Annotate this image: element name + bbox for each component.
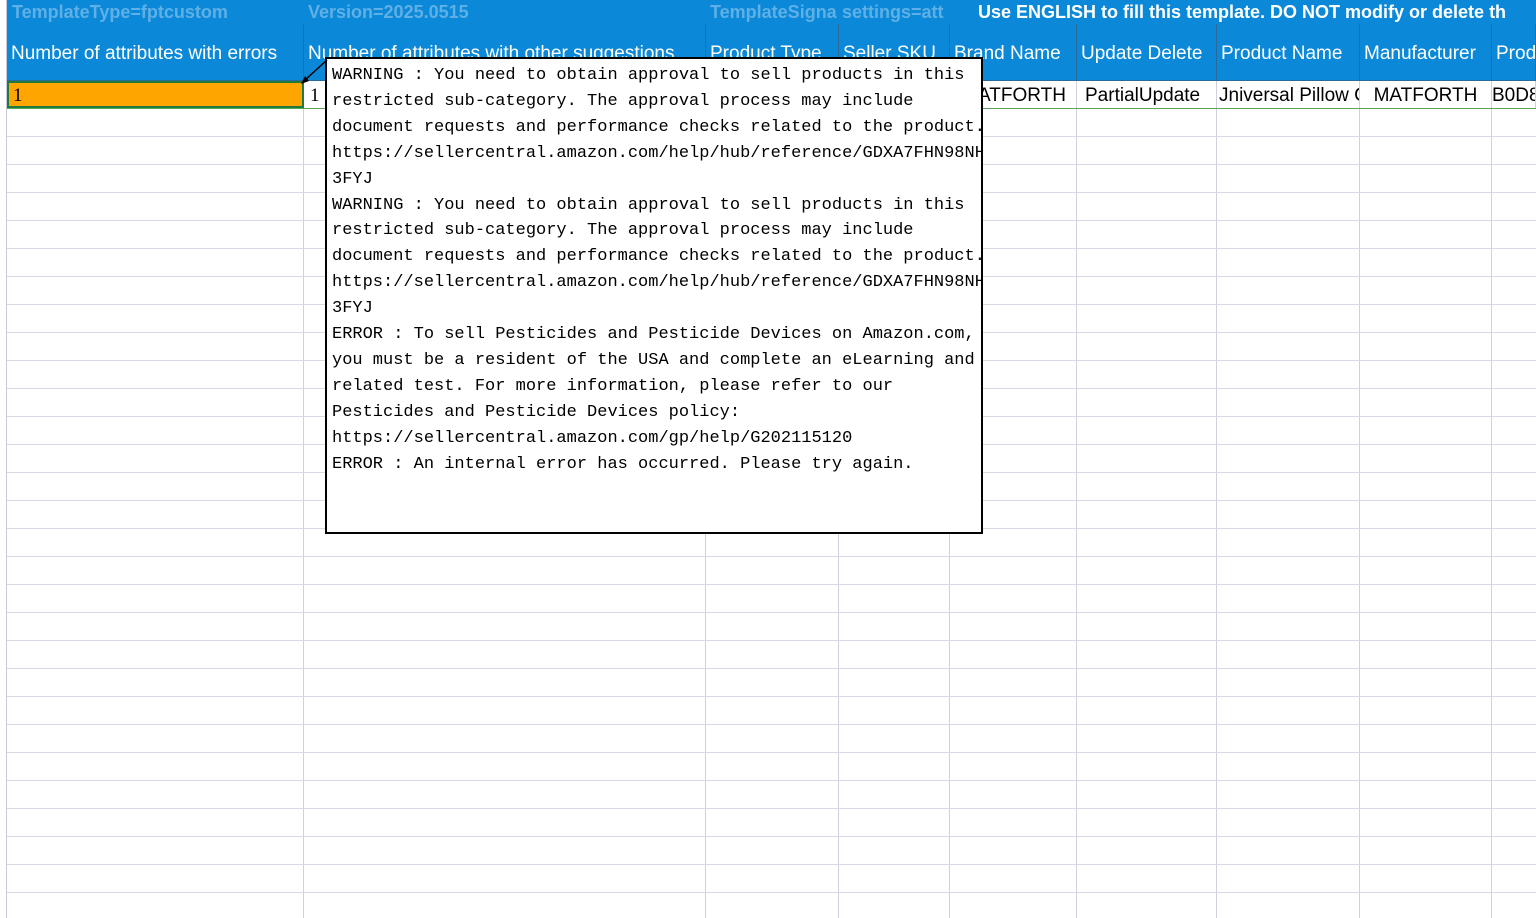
row-divider <box>0 725 1536 753</box>
comment-line: WARNING : You need to obtain approval to… <box>332 66 965 85</box>
row-divider <box>0 557 1536 585</box>
template-type-cell[interactable]: TemplateType=fptcustom <box>12 0 302 24</box>
template-banner-row: TemplateType=fptcustom Version=2025.0515… <box>7 0 1536 24</box>
row-divider <box>0 781 1536 809</box>
manufacturer-cell[interactable]: MATFORTH <box>1360 81 1492 108</box>
settings-cell[interactable]: settings=att <box>842 0 950 24</box>
comment-line: 3FYJ <box>332 299 373 319</box>
cell-comment-popup[interactable]: WARNING : You need to obtain approval to… <box>325 57 983 534</box>
row-divider <box>0 613 1536 641</box>
product-name-cell[interactable]: Jniversal Pillow C <box>1217 81 1360 108</box>
comment-line: related test. For more information, plea… <box>332 376 894 396</box>
comment-pointer-arrow <box>301 59 328 84</box>
row-divider <box>0 641 1536 669</box>
row-divider <box>0 865 1536 893</box>
row-divider <box>0 585 1536 613</box>
row-divider <box>0 753 1536 781</box>
comment-line: restricted sub-category. The approval pr… <box>332 91 914 111</box>
comment-line: restricted sub-category. The approval pr… <box>332 221 914 241</box>
version-cell[interactable]: Version=2025.0515 <box>308 0 703 24</box>
row-divider <box>0 669 1536 697</box>
comment-line: ERROR : To sell Pesticides and Pesticide… <box>332 325 975 345</box>
comment-line: document requests and performance checks… <box>332 117 983 137</box>
header-product-name[interactable]: Product Name <box>1217 24 1360 80</box>
comment-line: WARNING : You need to obtain approval to… <box>332 195 965 215</box>
comment-line: 3FYJ <box>332 169 373 189</box>
row-divider <box>0 697 1536 725</box>
row-divider <box>0 893 1536 918</box>
header-update-delete[interactable]: Update Delete <box>1077 24 1217 80</box>
instruction-cell[interactable]: Use ENGLISH to fill this template. DO NO… <box>978 0 1536 24</box>
comment-line: https://sellercentral.amazon.com/help/hu… <box>332 273 983 293</box>
comment-line: https://sellercentral.amazon.com/gp/help… <box>332 428 853 448</box>
comment-line: document requests and performance checks… <box>332 247 983 267</box>
comment-line: https://sellercentral.amazon.com/help/hu… <box>332 143 983 163</box>
comment-line: ERROR : An internal error has occurred. … <box>332 454 914 474</box>
comment-line: Pesticides and Pesticide Devices policy: <box>332 402 741 422</box>
update-delete-cell[interactable]: PartialUpdate <box>1077 81 1217 108</box>
product-id-cell[interactable]: B0D8 <box>1492 81 1536 108</box>
row-gutter <box>0 0 7 918</box>
spreadsheet: TemplateType=fptcustom Version=2025.0515… <box>0 0 1536 918</box>
errors-count-cell[interactable]: 1 <box>7 81 304 108</box>
row-divider <box>0 837 1536 865</box>
row-divider <box>0 809 1536 837</box>
header-product-id[interactable]: Prod <box>1492 24 1536 80</box>
header-errors[interactable]: Number of attributes with errors <box>7 24 304 80</box>
column-divider <box>0 0 304 918</box>
comment-line: you must be a resident of the USA and co… <box>332 350 975 370</box>
template-signature-cell[interactable]: TemplateSigna <box>710 0 840 24</box>
header-manufacturer[interactable]: Manufacturer <box>1360 24 1492 80</box>
